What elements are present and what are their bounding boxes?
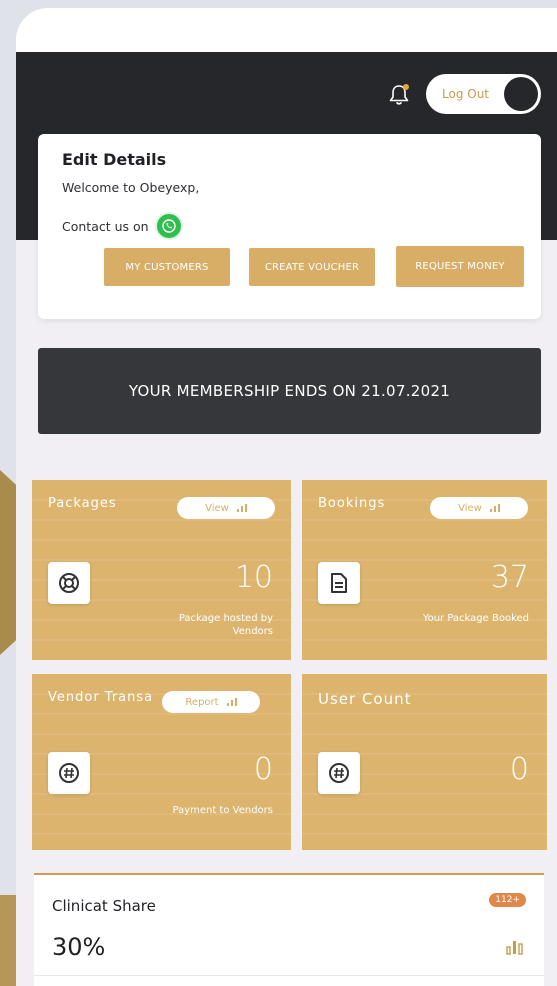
user-count-icon-box	[318, 752, 360, 794]
vendor-report-label: Report	[185, 696, 219, 708]
whatsapp-icon[interactable]	[156, 214, 181, 238]
edit-details-link[interactable]: Edit Details	[62, 150, 166, 169]
packages-value: 10	[234, 560, 273, 595]
hashtag-icon	[329, 763, 349, 783]
user-count-value: 0	[509, 752, 529, 787]
vendor-transactions-title: Vendor Transa	[48, 690, 154, 705]
logout-label: Log Out	[442, 87, 490, 101]
packages-caption: Package hosted by Vendors	[178, 613, 273, 637]
vendor-transactions-value: 0	[253, 752, 273, 787]
my-customers-button[interactable]: MY CUSTOMERS	[104, 248, 230, 286]
contact-text: Contact us on	[62, 218, 149, 234]
packages-icon-box	[48, 562, 90, 604]
document-icon	[331, 573, 347, 593]
request-money-button[interactable]: REQUEST MONEY	[396, 246, 524, 287]
divider	[34, 975, 544, 976]
share-value: 30%	[52, 933, 106, 961]
bar-chart-icon	[226, 698, 237, 706]
welcome-text: Welcome to Obeyexp,	[62, 180, 200, 195]
share-card: Clinicat Share 112+ 30%	[34, 873, 544, 986]
logout-toggle[interactable]: Log Out	[426, 74, 541, 114]
packages-view-label: View	[205, 502, 229, 514]
membership-text: YOUR MEMBERSHIP ENDS ON 21.07.2021	[128, 382, 451, 400]
bookings-value: 37	[490, 560, 529, 595]
bar-chart-icon	[489, 504, 500, 512]
bar-chart-icon	[506, 941, 523, 955]
bar-chart-icon	[236, 504, 247, 512]
status-area	[16, 8, 557, 52]
packages-view-button[interactable]: View	[177, 497, 275, 519]
vendor-transactions-caption: Payment to Vendors	[172, 805, 273, 816]
bookings-view-label: View	[458, 502, 482, 514]
bookings-card: Bookings View 37 Your Package Booked	[302, 480, 547, 660]
vendor-icon-box	[48, 752, 90, 794]
user-count-title: User Count	[318, 690, 412, 708]
bookings-icon-box	[318, 562, 360, 604]
packages-title: Packages	[48, 496, 117, 511]
toggle-knob	[504, 77, 538, 111]
vendor-transactions-card: Vendor Transa Report 0 Payment to Vendor…	[32, 674, 291, 850]
bookings-view-button[interactable]: View	[430, 497, 528, 519]
details-card: Edit Details Welcome to Obeyexp, Contact…	[38, 134, 541, 319]
share-badge: 112+	[489, 893, 526, 907]
contact-row: Contact us on	[62, 214, 181, 238]
bookings-caption: Your Package Booked	[422, 613, 529, 624]
user-count-card: User Count 0	[302, 674, 547, 850]
create-voucher-button[interactable]: CREATE VOUCHER	[249, 248, 375, 286]
packages-card: Packages View 10 Package hosted by Vendo…	[32, 480, 291, 660]
vendor-report-button[interactable]: Report	[162, 691, 260, 713]
lifebuoy-icon	[59, 573, 79, 593]
membership-banner: YOUR MEMBERSHIP ENDS ON 21.07.2021	[38, 348, 541, 434]
bell-icon[interactable]	[386, 82, 412, 108]
hashtag-icon	[59, 763, 79, 783]
app-screen: Log Out Edit Details Welcome to Obeyexp,…	[16, 8, 557, 986]
bookings-title: Bookings	[318, 496, 386, 511]
decorative-side-shape	[0, 470, 16, 655]
share-title: Clinicat Share	[52, 897, 156, 915]
